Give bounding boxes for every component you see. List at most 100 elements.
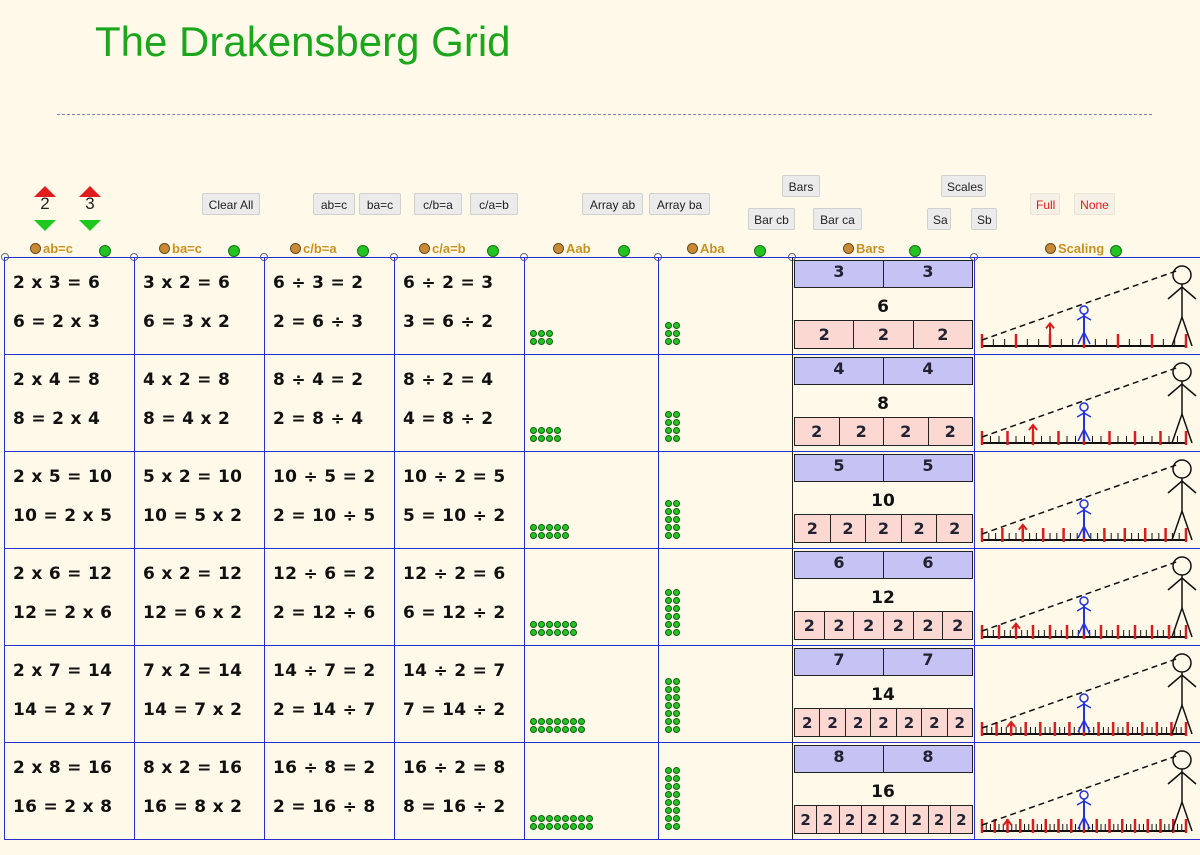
toggle-dot-icon[interactable] — [159, 243, 170, 254]
column-header-label: c/b=a — [303, 241, 337, 256]
array-dot — [673, 427, 680, 434]
array-dot — [538, 532, 545, 539]
clear-all-button[interactable]: Clear All — [202, 193, 260, 215]
bottom-bar-segment: 2 — [936, 514, 973, 543]
visibility-dot-icon[interactable] — [357, 245, 369, 257]
decrement-arrow-icon[interactable] — [79, 220, 101, 231]
ba-c-button[interactable]: ba=c — [359, 193, 401, 215]
visibility-dot-icon[interactable] — [99, 245, 111, 257]
array-dot — [538, 621, 545, 628]
array-dot — [554, 427, 561, 434]
array-dot — [530, 524, 537, 531]
array-dot — [673, 678, 680, 685]
column-header-c-a-b[interactable]: c/a=b — [419, 241, 466, 257]
ab-c-button[interactable]: ab=c — [313, 193, 355, 215]
c-a-b-button[interactable]: c/a=b — [470, 193, 518, 215]
toggle-dot-icon[interactable] — [290, 243, 301, 254]
bottom-bar-segment: 2 — [794, 514, 831, 543]
stick-figure-head-icon — [1172, 459, 1192, 479]
array-dot — [673, 718, 680, 725]
equation-text: 12 = 6 x 2 — [143, 603, 243, 623]
stepper-b[interactable]: 3 — [77, 186, 103, 234]
visibility-dot-icon[interactable] — [618, 245, 630, 257]
grid-cell — [264, 257, 395, 355]
bottom-bar-segment: 2 — [946, 708, 973, 737]
equation-text: 2 = 14 ÷ 7 — [273, 700, 376, 720]
array-dot — [673, 799, 680, 806]
array-dot — [530, 532, 537, 539]
visibility-dot-icon[interactable] — [754, 245, 766, 257]
bottom-bar-segment: 2 — [912, 611, 944, 640]
none-button[interactable]: None — [1074, 193, 1115, 215]
bottom-bar-segment: 2 — [883, 417, 929, 446]
array-dot — [673, 435, 680, 442]
array-dot — [665, 411, 672, 418]
array-dot — [538, 823, 545, 830]
array-dot — [570, 726, 577, 733]
bottom-bar-segment: 2 — [819, 708, 846, 737]
column-header-ba-c[interactable]: ba=c — [159, 241, 202, 257]
toggle-dot-icon[interactable] — [30, 243, 41, 254]
toggle-dot-icon[interactable] — [1045, 243, 1056, 254]
equation-text: 6 ÷ 3 = 2 — [273, 273, 364, 293]
column-header-label: Scaling — [1058, 241, 1105, 256]
scales-button[interactable]: Scales — [941, 175, 986, 197]
visibility-dot-icon[interactable] — [909, 245, 921, 257]
array-dot — [673, 791, 680, 798]
bar-cb-button[interactable]: Bar cb — [748, 208, 795, 230]
stepper-b-value: 3 — [85, 194, 95, 213]
visibility-dot-icon[interactable] — [1110, 245, 1122, 257]
array-ba-button[interactable]: Array ba — [649, 193, 710, 215]
bar-ca-button[interactable]: Bar ca — [813, 208, 862, 230]
full-button[interactable]: Full — [1030, 193, 1060, 215]
toggle-dot-icon[interactable] — [419, 243, 430, 254]
array-dot — [665, 605, 672, 612]
array-dot — [530, 823, 537, 830]
dashed-sight-line — [981, 463, 1180, 535]
visibility-dot-icon[interactable] — [228, 245, 240, 257]
bottom-bar-segment: 2 — [794, 708, 821, 737]
equation-text: 6 = 3 x 2 — [143, 312, 231, 332]
array-dot — [673, 508, 680, 515]
toggle-dot-icon[interactable] — [687, 243, 698, 254]
array-dot — [665, 767, 672, 774]
equation-text: 2 x 7 = 14 — [13, 661, 113, 681]
array-dot — [673, 338, 680, 345]
sa-button[interactable]: Sa — [927, 208, 951, 230]
grid-cell — [394, 548, 525, 646]
array-dot — [665, 807, 672, 814]
array-ab-button[interactable]: Array ab — [582, 193, 643, 215]
array-dot — [562, 532, 569, 539]
array-dot — [673, 419, 680, 426]
array-dot — [546, 427, 553, 434]
array-dot — [570, 621, 577, 628]
visibility-dot-icon[interactable] — [487, 245, 499, 257]
column-header-bars[interactable]: Bars — [843, 241, 885, 257]
array-dot — [665, 799, 672, 806]
equation-text: 14 ÷ 7 = 2 — [273, 661, 376, 681]
toggle-dot-icon[interactable] — [553, 243, 564, 254]
top-bar-segment: 7 — [883, 648, 973, 676]
stepper-a[interactable]: 2 — [32, 186, 58, 234]
column-header-aab[interactable]: Aab — [553, 241, 591, 257]
column-header-scaling[interactable]: Scaling — [1045, 241, 1104, 257]
equation-text: 16 ÷ 2 = 8 — [403, 758, 506, 778]
top-bar-segment: 3 — [883, 260, 973, 288]
c-b-a-button[interactable]: c/b=a — [414, 193, 462, 215]
column-header-ab-c[interactable]: ab=c — [30, 241, 73, 257]
array-dot — [665, 629, 672, 636]
array-dot — [673, 322, 680, 329]
column-header-c-b-a[interactable]: c/b=a — [290, 241, 337, 257]
top-bar-segment: 6 — [883, 551, 973, 579]
bars-button[interactable]: Bars — [782, 175, 820, 197]
column-header-aba[interactable]: Aba — [687, 241, 725, 257]
toggle-dot-icon[interactable] — [843, 243, 854, 254]
array-dot — [538, 629, 545, 636]
grid-cell — [4, 451, 135, 549]
array-dot — [665, 589, 672, 596]
array-dot — [530, 629, 537, 636]
scaling-diagram — [980, 653, 1197, 736]
stepper-a-value: 2 — [40, 194, 50, 213]
decrement-arrow-icon[interactable] — [34, 220, 56, 231]
sb-button[interactable]: Sb — [971, 208, 997, 230]
